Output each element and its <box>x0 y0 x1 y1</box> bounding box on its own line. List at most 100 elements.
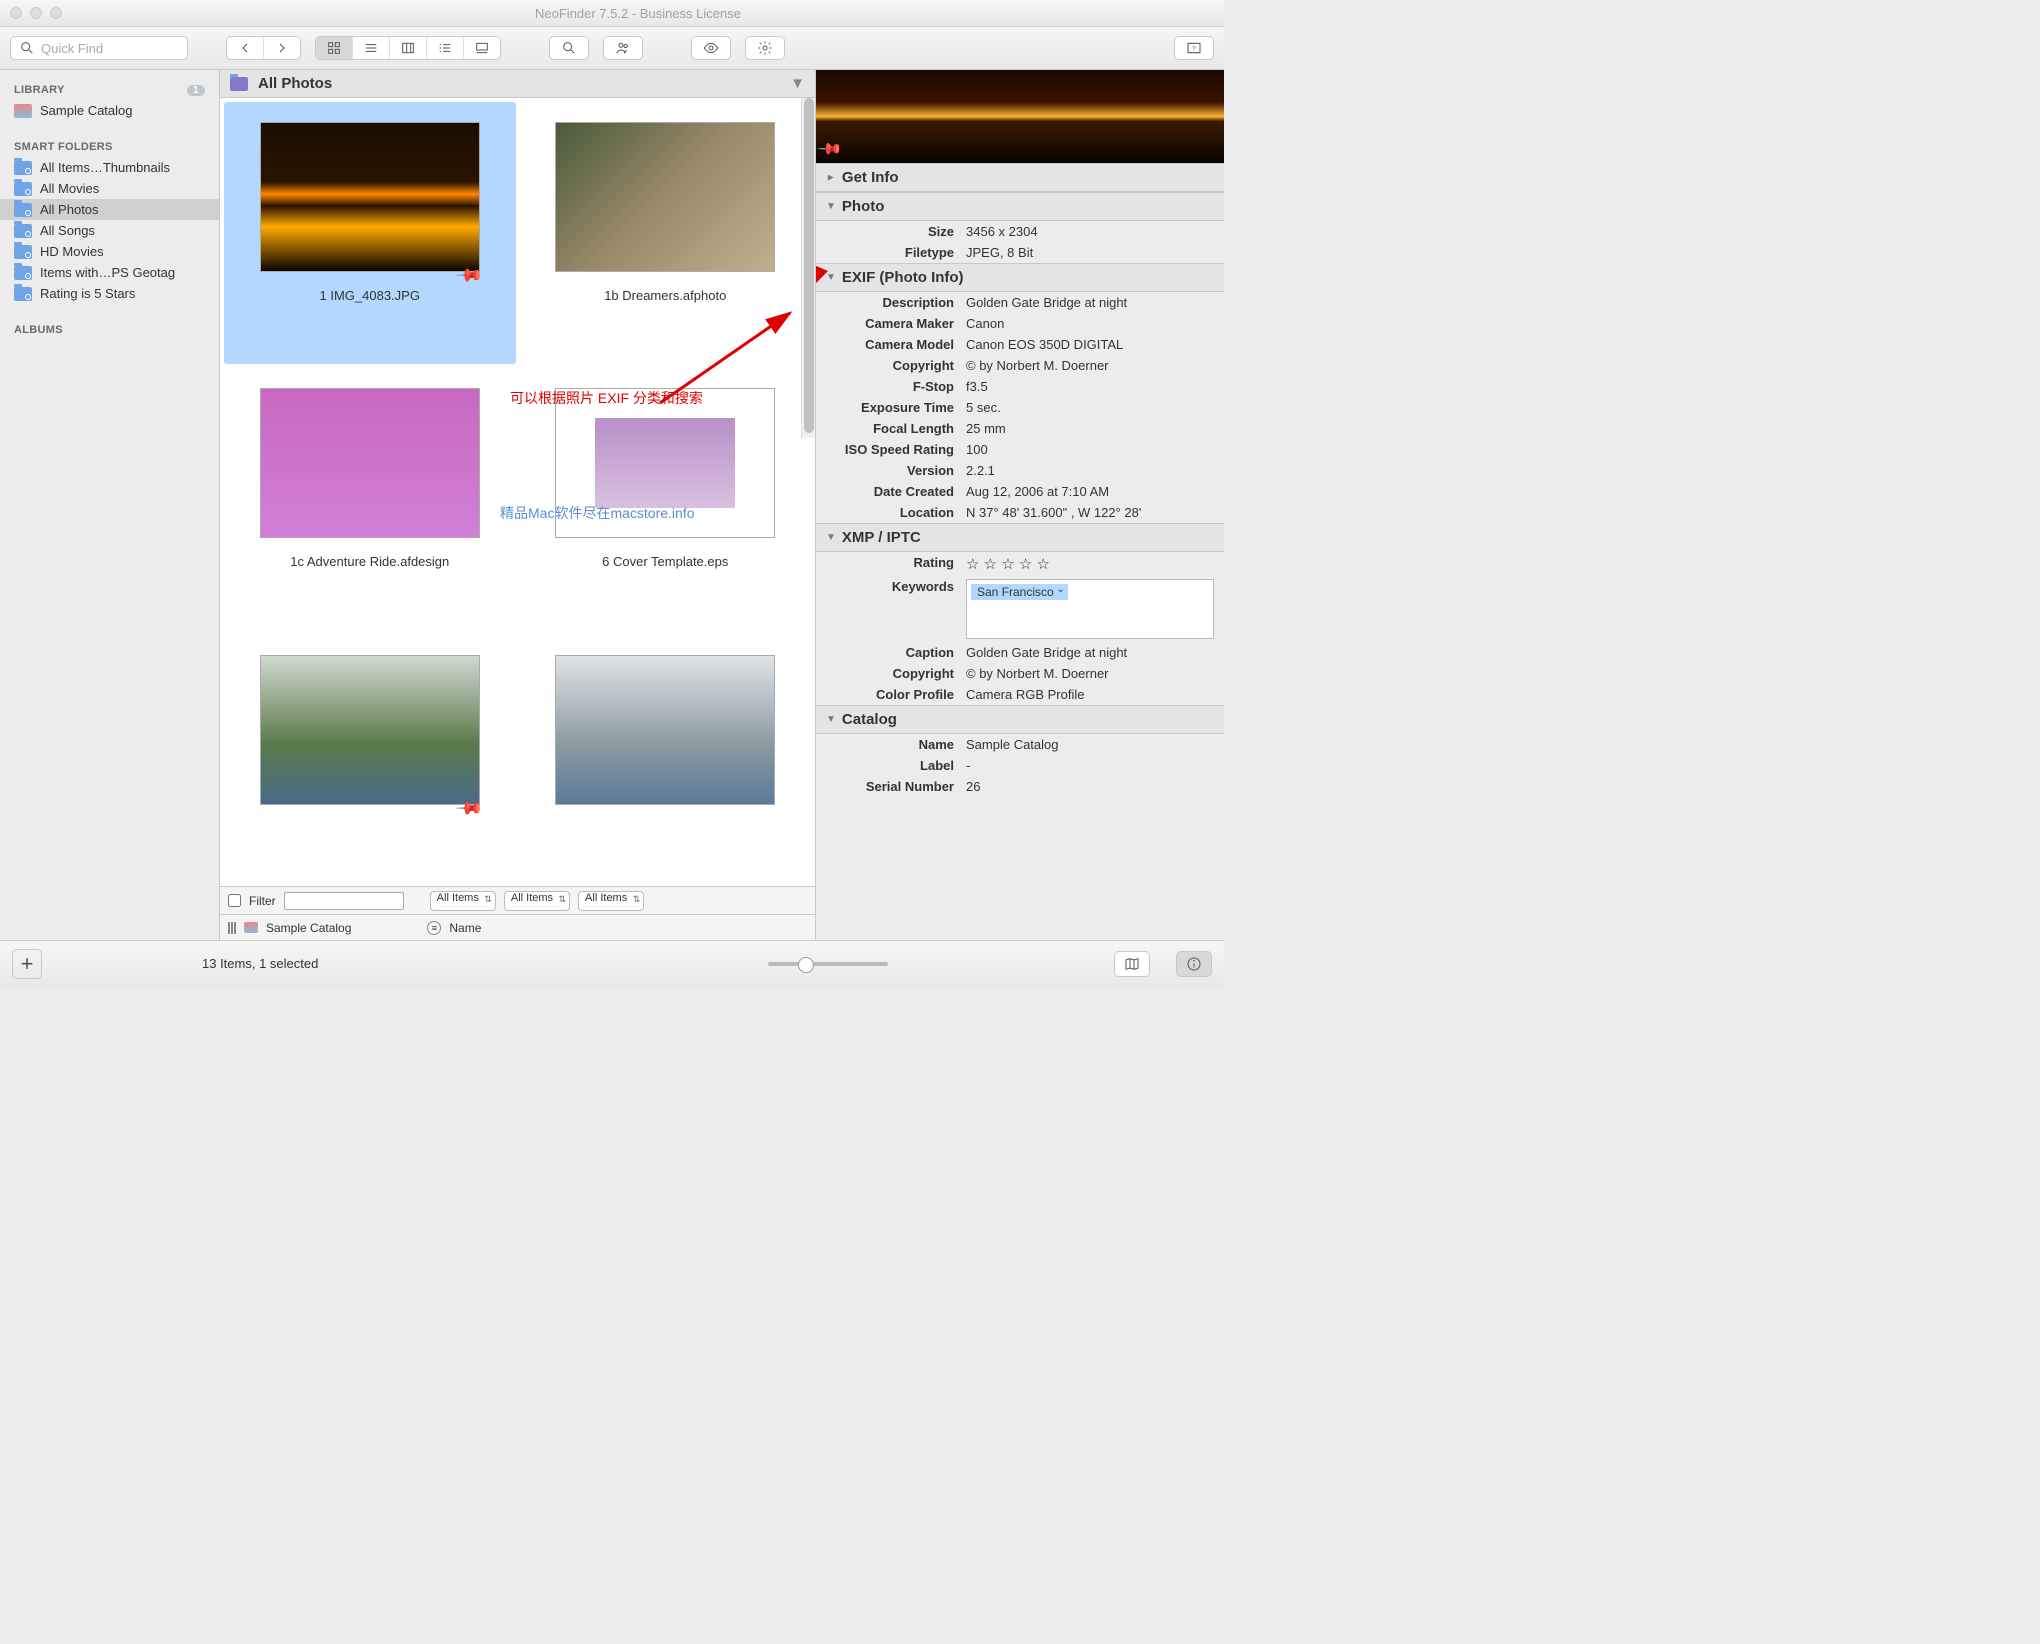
sidebar-section-albums: ALBUMS <box>0 318 219 340</box>
preview-button[interactable] <box>691 36 731 60</box>
thumbnail-grid[interactable]: 可以根据照片 EXIF 分类和搜索 精品Mac软件尽在macstore.info… <box>220 98 815 886</box>
columns-icon[interactable] <box>228 922 236 934</box>
thumbnail <box>555 122 775 272</box>
path-catalog[interactable]: Sample Catalog <box>266 921 351 935</box>
info-row: Copyright© by Norbert M. Doerner <box>816 355 1224 376</box>
gallery-view-button[interactable] <box>464 37 500 59</box>
help-button[interactable]: ? <box>1174 36 1214 60</box>
info-button[interactable] <box>1176 951 1212 977</box>
sidebar: LIBRARY 1 Sample Catalog SMART FOLDERS A… <box>0 70 220 940</box>
filter-select-3[interactable]: All Items <box>578 891 644 911</box>
library-badge: 1 <box>187 85 205 96</box>
filter-label: Filter <box>249 894 276 908</box>
preview-pane: 📌 <box>816 70 1224 163</box>
sidebar-item-smart[interactable]: HD Movies <box>0 241 219 262</box>
smart-folder-icon <box>14 287 32 301</box>
list-view-button[interactable] <box>353 37 390 59</box>
grid-item[interactable] <box>520 635 812 882</box>
thumbnail <box>260 388 480 538</box>
find-button[interactable] <box>549 36 589 60</box>
section-photo[interactable]: ▼Photo <box>816 192 1224 221</box>
keyword-tag[interactable]: San Francisco <box>971 584 1068 600</box>
thumbnail: 📌 <box>260 655 480 805</box>
info-row: Label- <box>816 755 1224 776</box>
section-getinfo[interactable]: ▼Get Info <box>816 163 1224 192</box>
add-button[interactable]: + <box>12 949 42 979</box>
detail-view-button[interactable] <box>427 37 464 59</box>
zoom-icon[interactable] <box>50 7 62 19</box>
info-row: Date CreatedAug 12, 2006 at 7:10 AM <box>816 481 1224 502</box>
info-row: Copyright© by Norbert M. Doerner <box>816 663 1224 684</box>
inspector: 📌 ▼Get Info ▼Photo Size3456 x 2304Filety… <box>816 70 1224 940</box>
filter-bar: Filter All Items All Items All Items <box>220 886 815 914</box>
grid-item[interactable]: 1c Adventure Ride.afdesign <box>224 368 516 630</box>
pin-icon: 📌 <box>454 793 485 824</box>
sidebar-item-smart[interactable]: Items with…PS Geotag <box>0 262 219 283</box>
view-mode-seg <box>315 36 501 60</box>
rating-row: Rating ☆ ☆ ☆ ☆ ☆ <box>816 552 1224 576</box>
info-row: Focal Length25 mm <box>816 418 1224 439</box>
smart-folder-icon <box>14 161 32 175</box>
chevron-down-icon[interactable]: ▼ <box>790 75 805 92</box>
sort-icon[interactable]: ≡ <box>427 921 441 935</box>
content-header: All Photos ▼ <box>220 70 815 98</box>
sidebar-item-catalog[interactable]: Sample Catalog <box>0 100 219 121</box>
rating-stars[interactable]: ☆ ☆ ☆ ☆ ☆ <box>966 555 1214 573</box>
info-row: Size3456 x 2304 <box>816 221 1224 242</box>
path-bar: Sample Catalog ≡ Name <box>220 914 815 940</box>
toolbar: Quick Find ? <box>0 27 1224 70</box>
filter-select-1[interactable]: All Items <box>430 891 496 911</box>
info-row: Version2.2.1 <box>816 460 1224 481</box>
info-row: CaptionGolden Gate Bridge at night <box>816 642 1224 663</box>
statusbar: + 13 Items, 1 selected <box>0 940 1224 986</box>
folder-icon <box>230 77 248 91</box>
section-xmp[interactable]: ▼XMP / IPTC <box>816 523 1224 552</box>
sidebar-item-smart[interactable]: All Photos <box>0 199 219 220</box>
preview-image <box>816 70 1224 163</box>
smart-folder-icon <box>14 203 32 217</box>
map-button[interactable] <box>1114 951 1150 977</box>
info-row: LocationN 37° 48' 31.600" , W 122° 28' <box>816 502 1224 523</box>
info-row: DescriptionGolden Gate Bridge at night <box>816 292 1224 313</box>
minimize-icon[interactable] <box>30 7 42 19</box>
sidebar-item-smart[interactable]: All Items…Thumbnails <box>0 157 219 178</box>
settings-button[interactable] <box>745 36 785 60</box>
icon-view-button[interactable] <box>316 37 353 59</box>
grid-item[interactable]: 6 Cover Template.eps <box>520 368 812 630</box>
catalog-icon <box>14 104 32 118</box>
sidebar-item-smart[interactable]: All Movies <box>0 178 219 199</box>
section-catalog[interactable]: ▼Catalog <box>816 705 1224 734</box>
sidebar-section-smart: SMART FOLDERS <box>0 135 219 157</box>
search-placeholder: Quick Find <box>41 41 103 56</box>
filter-select-2[interactable]: All Items <box>504 891 570 911</box>
search-icon <box>19 40 35 56</box>
info-row: ISO Speed Rating100 <box>816 439 1224 460</box>
filter-checkbox[interactable] <box>228 894 241 907</box>
smart-folder-icon <box>14 266 32 280</box>
column-view-button[interactable] <box>390 37 427 59</box>
back-button[interactable] <box>227 37 264 59</box>
column-name[interactable]: Name <box>449 921 481 935</box>
info-row: NameSample Catalog <box>816 734 1224 755</box>
sidebar-item-smart[interactable]: Rating is 5 Stars <box>0 283 219 304</box>
filter-input[interactable] <box>284 892 404 910</box>
section-exif[interactable]: ▼EXIF (Photo Info) <box>816 263 1224 292</box>
info-row: FiletypeJPEG, 8 Bit <box>816 242 1224 263</box>
search-input[interactable]: Quick Find <box>10 36 188 60</box>
zoom-slider[interactable] <box>768 962 888 966</box>
titlebar: NeoFinder 7.5.2 - Business License <box>0 0 1224 27</box>
thumbnail <box>555 655 775 805</box>
sidebar-item-smart[interactable]: All Songs <box>0 220 219 241</box>
grid-item[interactable]: 📌 1 IMG_4083.JPG <box>224 102 516 364</box>
grid-item[interactable]: 1b Dreamers.afphoto <box>520 102 812 364</box>
keywords-box[interactable]: San Francisco <box>966 579 1214 639</box>
forward-button[interactable] <box>264 37 300 59</box>
people-button[interactable] <box>603 36 643 60</box>
grid-item[interactable]: 📌 <box>224 635 516 882</box>
scrollbar[interactable] <box>801 98 815 438</box>
close-icon[interactable] <box>10 7 22 19</box>
thumbnail: 📌 <box>260 122 480 272</box>
keywords-row: Keywords San Francisco <box>816 576 1224 642</box>
gear-icon <box>757 40 773 56</box>
watermark-text: 精品Mac软件尽在macstore.info <box>500 503 694 523</box>
